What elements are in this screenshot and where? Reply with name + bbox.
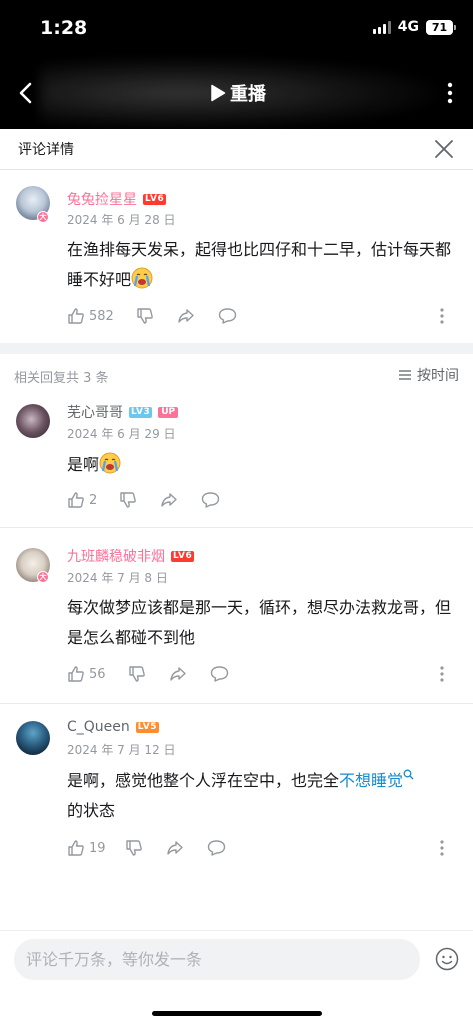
thumbs-down-icon[interactable] [128,665,146,683]
status-indicators: 4G 71 [372,19,456,35]
comment-bubble-icon[interactable] [201,491,220,509]
vip-badge-icon: 大 [37,211,49,223]
search-icon[interactable] [403,769,414,780]
sort-icon [399,370,411,380]
signal-icon [372,20,391,34]
comment-body-end: 的状态 [67,801,116,820]
comment-date: 2024 年 6 月 28 日 [67,213,176,227]
username-text: C_Queen [67,719,130,735]
play-icon [211,84,226,102]
thumbs-down-icon[interactable] [136,307,154,325]
comment-actions: 56 [67,665,462,685]
reply-item: C_Queen LV5 2024 年 7 月 12 日 是啊，感觉他整个人浮在空… [0,704,473,879]
like-count: 56 [89,666,106,682]
comment-bubble-icon[interactable] [207,839,226,857]
share-icon[interactable] [177,307,195,325]
thumbs-up-icon [68,308,84,324]
level-badge: LV5 [135,721,160,733]
like-count: 582 [89,308,114,324]
crying-emoji-icon [131,267,153,289]
comment-actions: 2 [67,491,462,511]
comment-input-bar [0,930,473,1024]
keyword-search-link[interactable]: 不想睡觉 [339,771,403,790]
comment-date: 2024 年 7 月 8 日 [67,571,168,585]
video-player-header: 1:28 4G 71 重播 [0,0,473,129]
username-text: 芜心哥哥 [67,405,123,421]
like-button[interactable]: 582 [67,307,114,325]
level-badge: LV6 [143,193,167,205]
more-options-icon[interactable] [440,666,444,682]
crying-emoji-icon [99,452,121,474]
comment-bubble-icon[interactable] [210,665,229,683]
network-label: 4G [397,19,419,35]
share-icon[interactable] [166,839,184,857]
back-arrow-icon[interactable] [16,80,36,106]
status-time: 1:28 [40,17,88,39]
comment-actions: 582 [67,307,462,327]
comment-body: 在渔排每天发呆，起得也比四仔和十二早，估计每天都睡不好吧 [67,240,452,289]
comment-input[interactable] [14,939,420,980]
username[interactable]: C_Queen LV5 [67,719,160,735]
username[interactable]: 芜心哥哥 LV3 UP [67,402,179,422]
close-icon[interactable] [435,140,453,158]
replies-header: 相关回复共 3 条 按时间 [0,354,473,394]
comment-actions: 19 [67,839,462,859]
sort-label: 按时间 [417,368,459,384]
thumbs-up-icon [68,666,84,682]
thumbs-down-icon[interactable] [119,491,137,509]
comment-text: 是啊 [67,450,452,480]
share-icon[interactable] [169,665,187,683]
reply-item: 大 九班麟稳破非烟 LV6 2024 年 7 月 8 日 每次做梦应该都是那一天… [0,528,473,703]
more-options-icon[interactable] [440,840,444,856]
like-button[interactable]: 2 [67,491,97,509]
more-options-icon[interactable] [440,308,444,324]
reply-item: 芜心哥哥 LV3 UP 2024 年 6 月 29 日 是啊 2 [0,394,473,526]
thumbs-up-icon [68,492,84,508]
comment-detail-header: 评论详情 [0,129,473,170]
comment-text: 每次做梦应该都是那一天，循环，想尽办法救龙哥，但是怎么都碰不到他 [67,598,452,647]
battery-icon: 71 [426,19,456,35]
comment-text: 是啊，感觉他整个人浮在空中，也完全不想睡觉的状态 [67,766,452,826]
emoji-icon[interactable] [435,947,459,971]
like-button[interactable]: 19 [67,839,106,857]
thumbs-down-icon[interactable] [125,839,143,857]
vip-badge-icon: 大 [37,571,49,583]
comment-date: 2024 年 7 月 12 日 [67,743,176,757]
panel-title: 评论详情 [18,142,74,158]
like-button[interactable]: 56 [67,665,106,683]
home-indicator [152,1011,322,1016]
username[interactable]: 兔兔捡星星 LV6 [67,189,167,209]
like-count: 19 [89,840,106,856]
level-badge: LV6 [171,550,195,562]
username-text: 兔兔捡星星 [67,192,137,208]
comment-text: 在渔排每天发呆，起得也比四仔和十二早，估计每天都睡不好吧 [67,235,452,295]
comment-date: 2024 年 6 月 29 日 [67,427,176,441]
root-comment: 大 兔兔捡星星 LV6 2024 年 6 月 28 日 在渔排每天发呆，起得也比… [0,170,473,343]
username-text: 九班麟稳破非烟 [67,549,165,565]
level-badge: LV3 [129,406,153,418]
up-badge: UP [158,406,179,418]
thumbs-up-icon [68,840,84,856]
comment-body: 是啊 [67,455,100,474]
section-divider [0,343,473,354]
more-vertical-icon[interactable] [447,82,453,104]
avatar[interactable] [16,721,50,755]
share-icon[interactable] [160,491,178,509]
comment-bubble-icon[interactable] [218,307,237,325]
replies-count: 相关回复共 3 条 [14,371,109,386]
like-count: 2 [89,492,98,508]
comment-body: 是啊，感觉他整个人浮在空中，也完全 [67,771,340,790]
sort-by-time-button[interactable]: 按时间 [398,365,459,385]
replay-button[interactable]: 重播 [210,80,266,106]
username[interactable]: 九班麟稳破非烟 LV6 [67,546,195,566]
replay-label: 重播 [230,84,266,105]
avatar[interactable] [16,404,50,438]
